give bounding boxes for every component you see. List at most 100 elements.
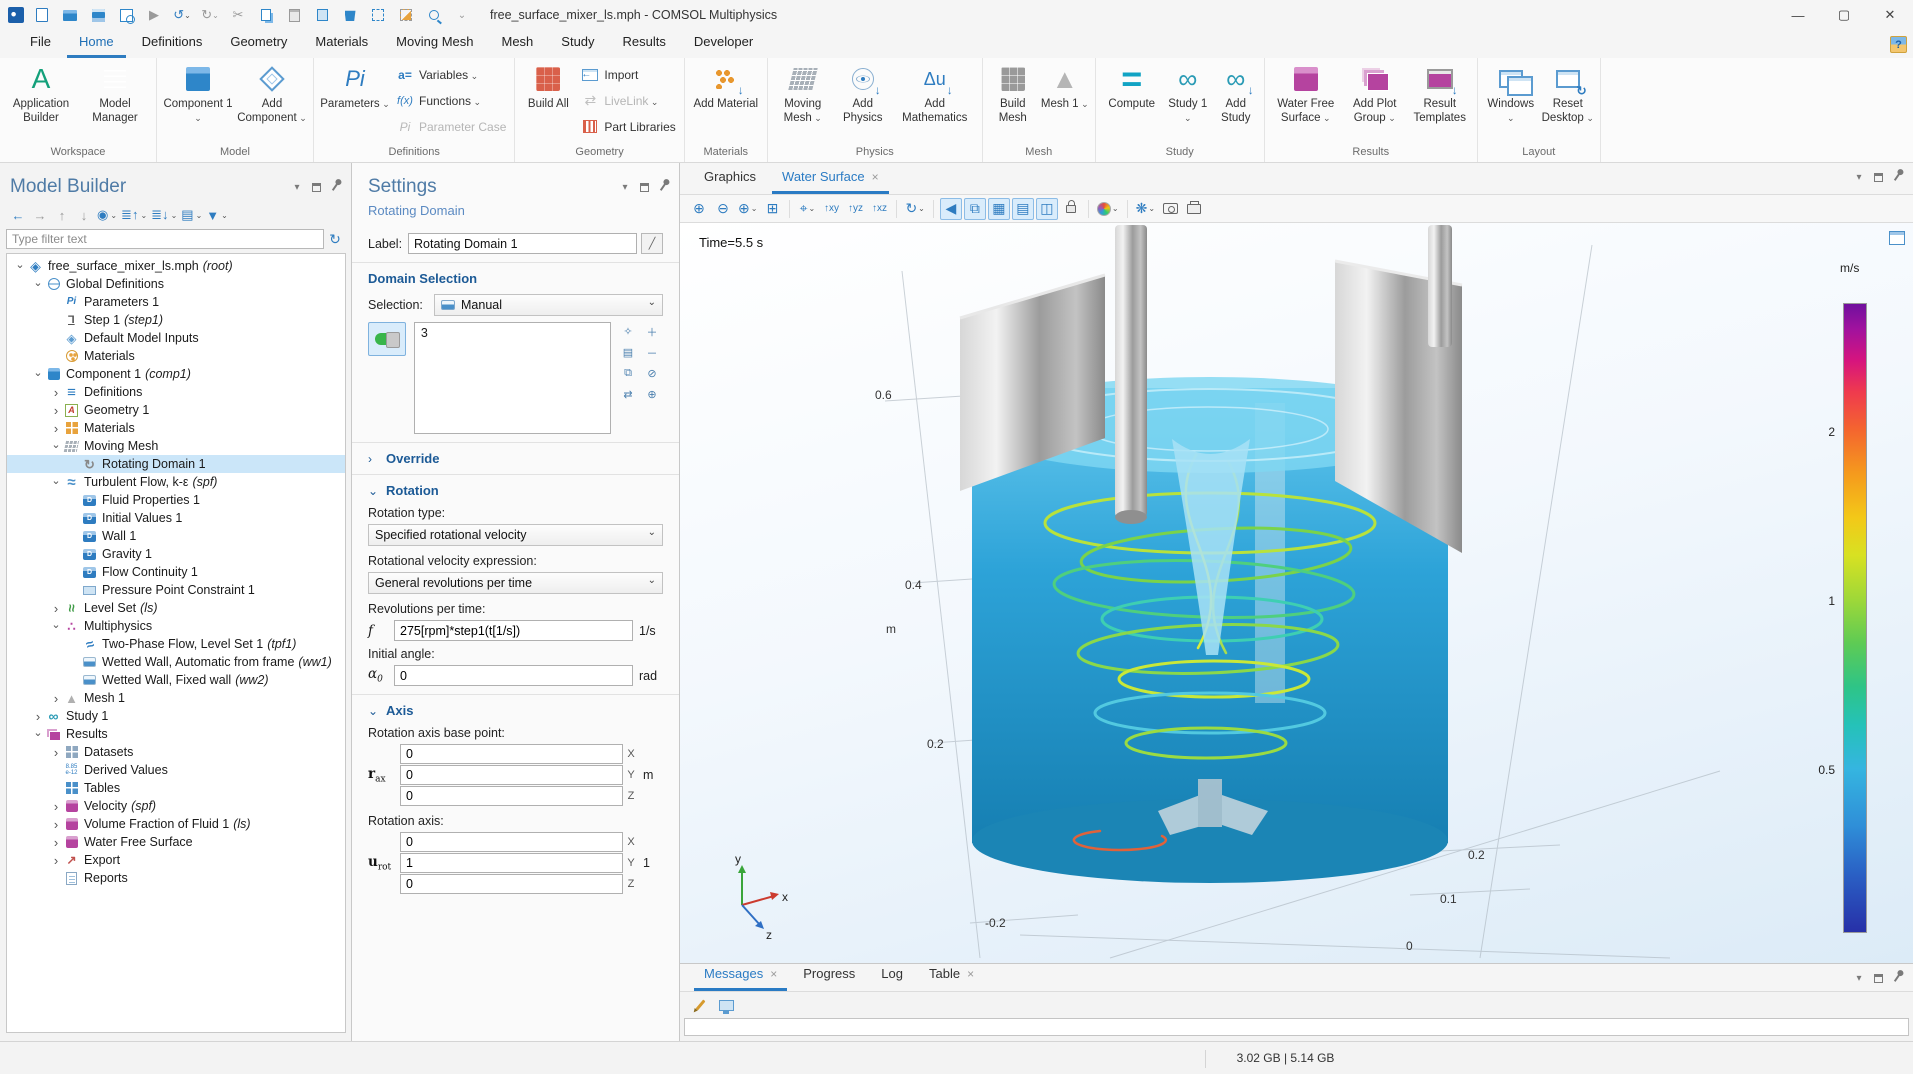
selection-dropdown[interactable]: Manual [434, 294, 663, 316]
save-as-button[interactable] [114, 4, 138, 26]
graphics-canvas[interactable]: y x z Time=5.5 s 0.6 0.4 m 0.2 -0.2 0.2 … [680, 223, 1913, 963]
import-button[interactable]: Import [577, 66, 679, 83]
cut-button[interactable]: ✂ [226, 4, 250, 26]
expander-icon[interactable] [49, 799, 63, 814]
panel-pin-icon[interactable] [660, 183, 666, 191]
default-view-button[interactable]: ⌖⌄ [796, 198, 818, 220]
add-material-button[interactable]: Add Material [689, 58, 763, 142]
tab-geometry[interactable]: Geometry [218, 30, 299, 58]
functions-button[interactable]: Functions [392, 92, 510, 109]
active-toggle-button[interactable] [368, 322, 406, 356]
tab-messages[interactable]: Messages× [694, 960, 787, 991]
tree-item-default-model-inputs[interactable]: Default Model Inputs [7, 329, 345, 347]
paste-button[interactable] [282, 4, 306, 26]
tree-item-water-free-surface[interactable]: Water Free Surface [7, 833, 345, 851]
tree-item-root[interactable]: free_surface_mixer_ls.mph(root) [7, 257, 345, 275]
redo-button[interactable]: ↻⌄ [198, 4, 222, 26]
zoom-to-selection-button[interactable]: ⊕ [641, 385, 663, 404]
expander-icon[interactable] [31, 728, 45, 741]
panel-menu-icon[interactable]: ▾ [619, 181, 631, 193]
build-mesh-button[interactable]: Build Mesh [987, 58, 1039, 142]
tab-log[interactable]: Log [871, 960, 913, 991]
help-button[interactable]: ? [1890, 36, 1907, 53]
environment-menu[interactable]: ❋⌄ [1134, 198, 1157, 220]
part-libraries-button[interactable]: Part Libraries [577, 118, 679, 135]
tree-item-multiphysics[interactable]: Multiphysics [7, 617, 345, 635]
section-axis[interactable]: ⌄Axis [368, 703, 663, 718]
tree-item-global-definitions[interactable]: Global Definitions [7, 275, 345, 293]
zoom-box-button[interactable]: ⊕⌄ [736, 198, 759, 220]
parameters-button[interactable]: Parameters [318, 58, 392, 142]
rve-dropdown[interactable]: General revolutions per time [368, 572, 663, 594]
tab-developer[interactable]: Developer [682, 30, 765, 58]
find-button[interactable] [422, 4, 446, 26]
plot-settings-toggle[interactable]: ▤ [1012, 198, 1034, 220]
tree-item-derived-values[interactable]: Derived Values [7, 761, 345, 779]
revolutions-input[interactable] [394, 620, 633, 641]
view-lock-button[interactable] [1060, 198, 1082, 220]
tree-item-study-1[interactable]: Study 1 [7, 707, 345, 725]
tab-graphics[interactable]: Graphics [694, 163, 766, 194]
tab-moving-mesh[interactable]: Moving Mesh [384, 30, 485, 58]
reset-desktop-button[interactable]: Reset Desktop [1540, 58, 1596, 142]
view-xy-button[interactable]: ↑xy [820, 198, 842, 220]
expander-icon[interactable] [49, 421, 63, 436]
view-xz-button[interactable]: ↑xz [868, 198, 890, 220]
livelink-button[interactable]: LiveLink [577, 92, 679, 109]
add-selection-button[interactable]: ＋ [641, 322, 663, 341]
panel-pin-icon[interactable] [1894, 173, 1900, 181]
expander-icon[interactable] [49, 835, 63, 850]
parameter-case-button[interactable]: Parameter Case [392, 118, 510, 135]
save-button[interactable] [86, 4, 110, 26]
tree-item-two-phase-flow[interactable]: Two-Phase Flow, Level Set 1(tpf1) [7, 635, 345, 653]
panel-menu-icon[interactable]: ▾ [1853, 171, 1865, 183]
customize-toolbar-button[interactable]: ⌄ [450, 4, 474, 26]
run-button[interactable]: ▶ [142, 4, 166, 26]
close-tab-icon[interactable]: × [770, 967, 777, 981]
refresh-icon[interactable]: ↻ [324, 229, 346, 249]
snapshot-button[interactable] [1159, 198, 1181, 220]
rotation-axis-z-input[interactable] [400, 874, 623, 894]
tree-item-parameters-1[interactable]: Parameters 1 [7, 293, 345, 311]
tree-item-tables[interactable]: Tables [7, 779, 345, 797]
initial-angle-input[interactable] [394, 665, 633, 686]
rename-button[interactable]: ╱ [641, 233, 663, 254]
expand-all-button[interactable]: ≣↓⌄ [150, 205, 178, 225]
tree-item-component-1[interactable]: Component 1(comp1) [7, 365, 345, 383]
print-button[interactable] [1183, 198, 1205, 220]
tree-item-definitions[interactable]: Definitions [7, 383, 345, 401]
panel-menu-icon[interactable]: ▾ [291, 181, 303, 193]
panel-pin-icon[interactable] [1894, 974, 1900, 982]
add-physics-button[interactable]: Add Physics [834, 58, 892, 142]
select-box-button[interactable] [366, 4, 390, 26]
panel-maximize-icon[interactable] [312, 183, 321, 192]
delete-button[interactable] [338, 4, 362, 26]
base-point-x-input[interactable] [400, 744, 623, 764]
rotation-axis-y-input[interactable] [400, 853, 623, 873]
minimize-button[interactable]: — [1775, 0, 1821, 30]
tree-item-mesh-1[interactable]: Mesh 1 [7, 689, 345, 707]
redo-menu-arrow-icon[interactable]: ⌄ [212, 11, 219, 20]
collapse-all-button[interactable]: ≣↑⌄ [120, 205, 148, 225]
compute-button[interactable]: Compute [1100, 58, 1164, 142]
expander-icon[interactable] [13, 260, 27, 273]
panel-maximize-icon[interactable] [1874, 173, 1883, 182]
transparency-toggle[interactable]: ⧉ [964, 198, 986, 220]
expander-icon[interactable] [49, 817, 63, 832]
invert-selection-button[interactable]: ⇄ [617, 385, 639, 404]
tree-item-initial-values-1[interactable]: Initial Values 1 [7, 509, 345, 527]
moving-mesh-button[interactable]: Moving Mesh [772, 58, 834, 142]
clear-selection-button[interactable]: ⊘ [641, 364, 663, 383]
rotate-view-button[interactable]: ↻⌄ [903, 198, 926, 220]
clear-selection-button[interactable] [394, 4, 418, 26]
tree-item-flow-continuity-1[interactable]: Flow Continuity 1 [7, 563, 345, 581]
add-mathematics-button[interactable]: Add Mathematics [892, 58, 978, 142]
tree-item-fluid-properties-1[interactable]: Fluid Properties 1 [7, 491, 345, 509]
bounding-box-toggle[interactable]: ◫ [1036, 198, 1058, 220]
base-point-y-input[interactable] [400, 765, 623, 785]
duplicate-button[interactable] [310, 4, 334, 26]
label-input[interactable] [408, 233, 637, 254]
add-study-button[interactable]: Add Study [1212, 58, 1260, 142]
panel-pin-icon[interactable] [332, 183, 338, 191]
tree-item-level-set[interactable]: Level Set(ls) [7, 599, 345, 617]
